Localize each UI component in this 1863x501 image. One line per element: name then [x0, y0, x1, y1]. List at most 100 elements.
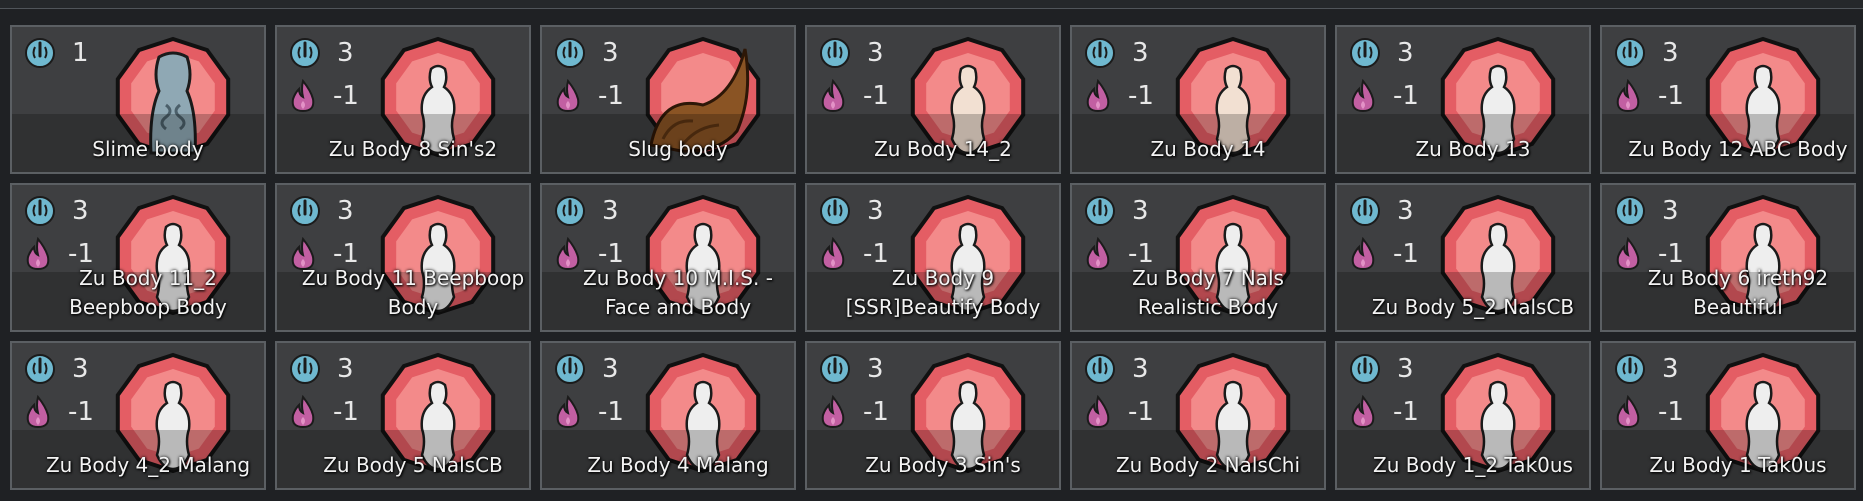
body-card[interactable]: 3 -1 Zu Body 5 NalsCB [275, 341, 531, 490]
cost-stat: 3 [24, 195, 89, 227]
body-portrait [1436, 35, 1560, 159]
food-stat: -1 [289, 79, 359, 113]
flame-icon [821, 237, 845, 271]
food-value: -1 [1393, 81, 1419, 111]
flame-icon [1351, 79, 1375, 113]
food-value: -1 [68, 239, 94, 269]
lightning-circle-icon [1350, 38, 1380, 68]
cost-value: 3 [1132, 196, 1149, 226]
cost-value: 3 [337, 196, 354, 226]
body-portrait [906, 35, 1030, 159]
food-stat: -1 [1614, 395, 1684, 429]
body-portrait [111, 351, 235, 475]
cost-value: 1 [72, 38, 89, 68]
body-card[interactable]: 3 -1 Zu Body 1 Tak0us [1600, 341, 1856, 490]
lightning-circle-icon [290, 196, 320, 226]
food-value: -1 [1658, 239, 1684, 269]
body-portrait [1436, 351, 1560, 475]
lightning-circle-icon [555, 354, 585, 384]
lightning-circle-icon [25, 196, 55, 226]
food-stat: -1 [819, 395, 889, 429]
food-value: -1 [598, 81, 624, 111]
body-card[interactable]: 3 -1 Zu Body 5_2 NalsCB [1335, 183, 1591, 332]
food-value: -1 [1393, 397, 1419, 427]
body-portrait [1171, 35, 1295, 159]
lightning-circle-icon [25, 38, 55, 68]
flame-icon [1616, 79, 1640, 113]
body-card[interactable]: 3 -1 Zu Body 14_2 [805, 25, 1061, 174]
body-card[interactable]: 1 Slime body [10, 25, 266, 174]
body-portrait [1701, 193, 1825, 317]
food-value: -1 [333, 81, 359, 111]
food-stat: -1 [1084, 395, 1154, 429]
cost-stat: 3 [1349, 37, 1414, 69]
body-card[interactable]: 3 -1 Zu Body 2 NalsChi [1070, 341, 1326, 490]
body-card[interactable]: 3 -1 Zu Body 3 Sin's [805, 341, 1061, 490]
body-row: 1 Slime body 3 -1 Zu Body 8 Sin's2 3 -1 Slug bo… [10, 25, 1856, 174]
cost-stat: 3 [1614, 195, 1679, 227]
food-value: -1 [863, 397, 889, 427]
food-stat: -1 [554, 395, 624, 429]
flame-icon [1616, 395, 1640, 429]
body-portrait [906, 351, 1030, 475]
cost-stat: 3 [1349, 195, 1414, 227]
body-card[interactable]: 3 -1 Slug body [540, 25, 796, 174]
cost-stat: 3 [554, 195, 619, 227]
body-portrait [1701, 35, 1825, 159]
body-card[interactable]: 3 -1 Zu Body 8 Sin's2 [275, 25, 531, 174]
cost-value: 3 [1397, 196, 1414, 226]
cost-value: 3 [337, 38, 354, 68]
body-card[interactable]: 3 -1 Zu Body 10 M.I.S. - Face and Body [540, 183, 796, 332]
body-card[interactable]: 3 -1 Zu Body 11 Beepboop Body [275, 183, 531, 332]
cost-value: 3 [1662, 196, 1679, 226]
body-portrait [111, 193, 235, 317]
lightning-circle-icon [1350, 196, 1380, 226]
cost-value: 3 [867, 354, 884, 384]
flame-icon [291, 79, 315, 113]
body-row: 3 -1 Zu Body 11_2 Beepboop Body 3 -1 Zu Body … [10, 183, 1856, 332]
body-row: 3 -1 Zu Body 4_2 Malang 3 -1 Zu Body 5 NalsCB… [10, 341, 1856, 490]
body-card[interactable]: 3 -1 Zu Body 1_2 Tak0us [1335, 341, 1591, 490]
cost-value: 3 [867, 38, 884, 68]
body-portrait [1436, 193, 1560, 317]
body-portrait [376, 193, 500, 317]
flame-icon [1086, 79, 1110, 113]
cost-stat: 3 [1084, 195, 1149, 227]
lightning-circle-icon [1615, 354, 1645, 384]
food-value: -1 [1658, 81, 1684, 111]
body-card[interactable]: 3 -1 Zu Body 6 ireth92 Beautiful [1600, 183, 1856, 332]
cost-stat: 3 [819, 195, 884, 227]
cost-stat: 3 [289, 195, 354, 227]
lightning-circle-icon [820, 38, 850, 68]
lightning-circle-icon [555, 196, 585, 226]
cost-stat: 3 [819, 37, 884, 69]
body-portrait [906, 193, 1030, 317]
body-card[interactable]: 3 -1 Zu Body 14 [1070, 25, 1326, 174]
lightning-circle-icon [1085, 196, 1115, 226]
body-card[interactable]: 3 -1 Zu Body 12 ABC Body [1600, 25, 1856, 174]
food-stat: -1 [819, 79, 889, 113]
cost-stat: 3 [554, 37, 619, 69]
food-stat: -1 [554, 79, 624, 113]
food-value: -1 [1658, 397, 1684, 427]
body-portrait [641, 351, 765, 475]
flame-icon [1086, 237, 1110, 271]
food-stat: -1 [1614, 79, 1684, 113]
cost-stat: 3 [1349, 353, 1414, 385]
body-card[interactable]: 3 -1 Zu Body 13 [1335, 25, 1591, 174]
cost-value: 3 [72, 196, 89, 226]
food-stat: -1 [289, 237, 359, 271]
cost-stat: 3 [1084, 353, 1149, 385]
body-card[interactable]: 3 -1 Zu Body 9 [SSR]Beautify Body [805, 183, 1061, 332]
flame-icon [821, 395, 845, 429]
top-border [0, 0, 1863, 9]
body-card[interactable]: 3 -1 Zu Body 4_2 Malang [10, 341, 266, 490]
body-card[interactable]: 3 -1 Zu Body 11_2 Beepboop Body [10, 183, 266, 332]
cost-value: 3 [602, 196, 619, 226]
cost-stat: 3 [819, 353, 884, 385]
body-card[interactable]: 3 -1 Zu Body 4 Malang [540, 341, 796, 490]
body-card[interactable]: 3 -1 Zu Body 7 Nals Realistic Body [1070, 183, 1326, 332]
lightning-circle-icon [820, 196, 850, 226]
food-value: -1 [1128, 239, 1154, 269]
food-value: -1 [863, 239, 889, 269]
